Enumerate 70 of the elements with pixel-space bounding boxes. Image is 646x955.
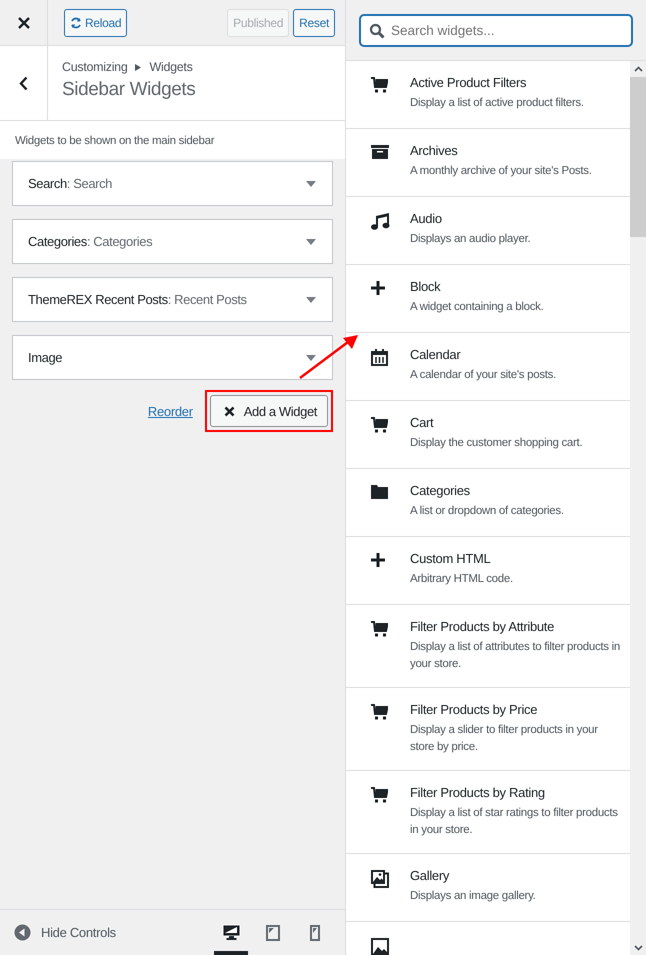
images-icon <box>371 870 389 888</box>
widget-description: A monthly archive of your site's Posts. <box>410 164 592 179</box>
scrollbar-thumb[interactable] <box>630 77 646 237</box>
desktop-icon <box>222 925 240 940</box>
widget-name: Filter Products by Rating <box>410 785 546 800</box>
dropdown-arrow-icon[interactable] <box>306 296 316 302</box>
dropdown-arrow-icon[interactable] <box>306 180 316 186</box>
widget-name: Active Product Filters <box>410 75 528 90</box>
dropdown-arrow-icon[interactable] <box>306 354 316 360</box>
widget-name: Custom HTML <box>410 551 492 566</box>
widget-title: ThemeREX Recent Posts: Recent Posts <box>28 292 247 307</box>
widget-description: Display a list of attributes to filter products in your store. <box>410 640 620 672</box>
widget-description: Display a list of active product filters. <box>410 96 584 111</box>
cart-icon <box>371 417 388 433</box>
widget-description: Displays an image gallery. <box>410 889 536 904</box>
widget-description: Display a slider to filter products in your store by price. <box>410 723 599 755</box>
widget-name: Cart <box>410 415 434 430</box>
folder-icon <box>371 485 388 499</box>
search-field[interactable]: Search widgets... <box>360 14 632 46</box>
reload-button[interactable]: Reload <box>64 8 128 36</box>
widget-description: Arbitrary HTML code. <box>410 572 513 587</box>
widget-description: Display a list of star ratings to filter products in your store. <box>410 806 619 838</box>
widget-name: Gallery <box>410 868 450 883</box>
reset-button[interactable]: Reset <box>293 8 335 36</box>
widget-name: Archives <box>410 143 458 158</box>
widget-name: Audio <box>410 211 443 226</box>
panel-description: Widgets to be shown on the main sidebar <box>15 135 214 147</box>
widget-name: Block <box>410 279 442 294</box>
close-icon[interactable] <box>18 16 30 28</box>
widget-description: A calendar of your site's posts. <box>410 368 556 383</box>
refresh-icon <box>70 16 82 28</box>
hide-controls-button[interactable]: Hide Controls <box>14 924 116 941</box>
calendar-icon <box>371 349 388 366</box>
widget-description: Displays an audio player. <box>410 232 530 247</box>
breadcrumb-text: Customizing <box>62 60 128 74</box>
widget-description: A widget containing a block. <box>410 300 544 315</box>
widget-title: Categories: Categories <box>28 234 152 249</box>
cart-icon <box>371 704 388 720</box>
widget-title: Image <box>28 350 62 365</box>
widget-item[interactable]: ThemeREX Recent Posts: Recent Posts <box>12 277 333 322</box>
widget-description: Display the customer shopping cart. <box>410 436 582 451</box>
back-icon[interactable] <box>19 76 28 90</box>
plus-icon <box>371 281 385 295</box>
dropdown-arrow-icon[interactable] <box>306 238 316 244</box>
widget-name: Filter Products by Attribute <box>410 619 556 634</box>
arrow <box>298 333 360 380</box>
panel-title: Sidebar Widgets <box>62 79 196 101</box>
close-icon <box>224 406 235 416</box>
archive-box-icon <box>371 145 389 159</box>
plus-icon <box>371 553 385 567</box>
widget-item[interactable]: Image <box>12 335 333 380</box>
cart-icon <box>371 621 388 637</box>
breadcrumb-separator-icon <box>135 64 142 70</box>
breadcrumb-text: Widgets <box>149 60 193 74</box>
cart-icon <box>371 77 388 93</box>
cart-icon <box>371 787 388 803</box>
widget-name: Categories <box>410 483 471 498</box>
widget-name: Calendar <box>410 347 462 362</box>
scroll-up-icon[interactable] <box>634 66 642 72</box>
add-widget-button[interactable]: Add a Widget <box>210 395 328 427</box>
widget-description: A list or dropdown of categories. <box>410 504 564 519</box>
mobile-icon <box>310 924 320 940</box>
tablet-icon <box>266 924 280 940</box>
widget-title: Search: Search <box>28 176 112 191</box>
music-note-icon <box>371 213 390 230</box>
widget-item[interactable]: Search: Search <box>12 161 333 206</box>
reorder-link[interactable]: Reorder <box>148 404 193 418</box>
widget-item[interactable]: Categories: Categories <box>12 219 333 264</box>
scroll-down-icon[interactable] <box>634 945 642 951</box>
widget-name: Filter Products by Price <box>410 702 538 717</box>
